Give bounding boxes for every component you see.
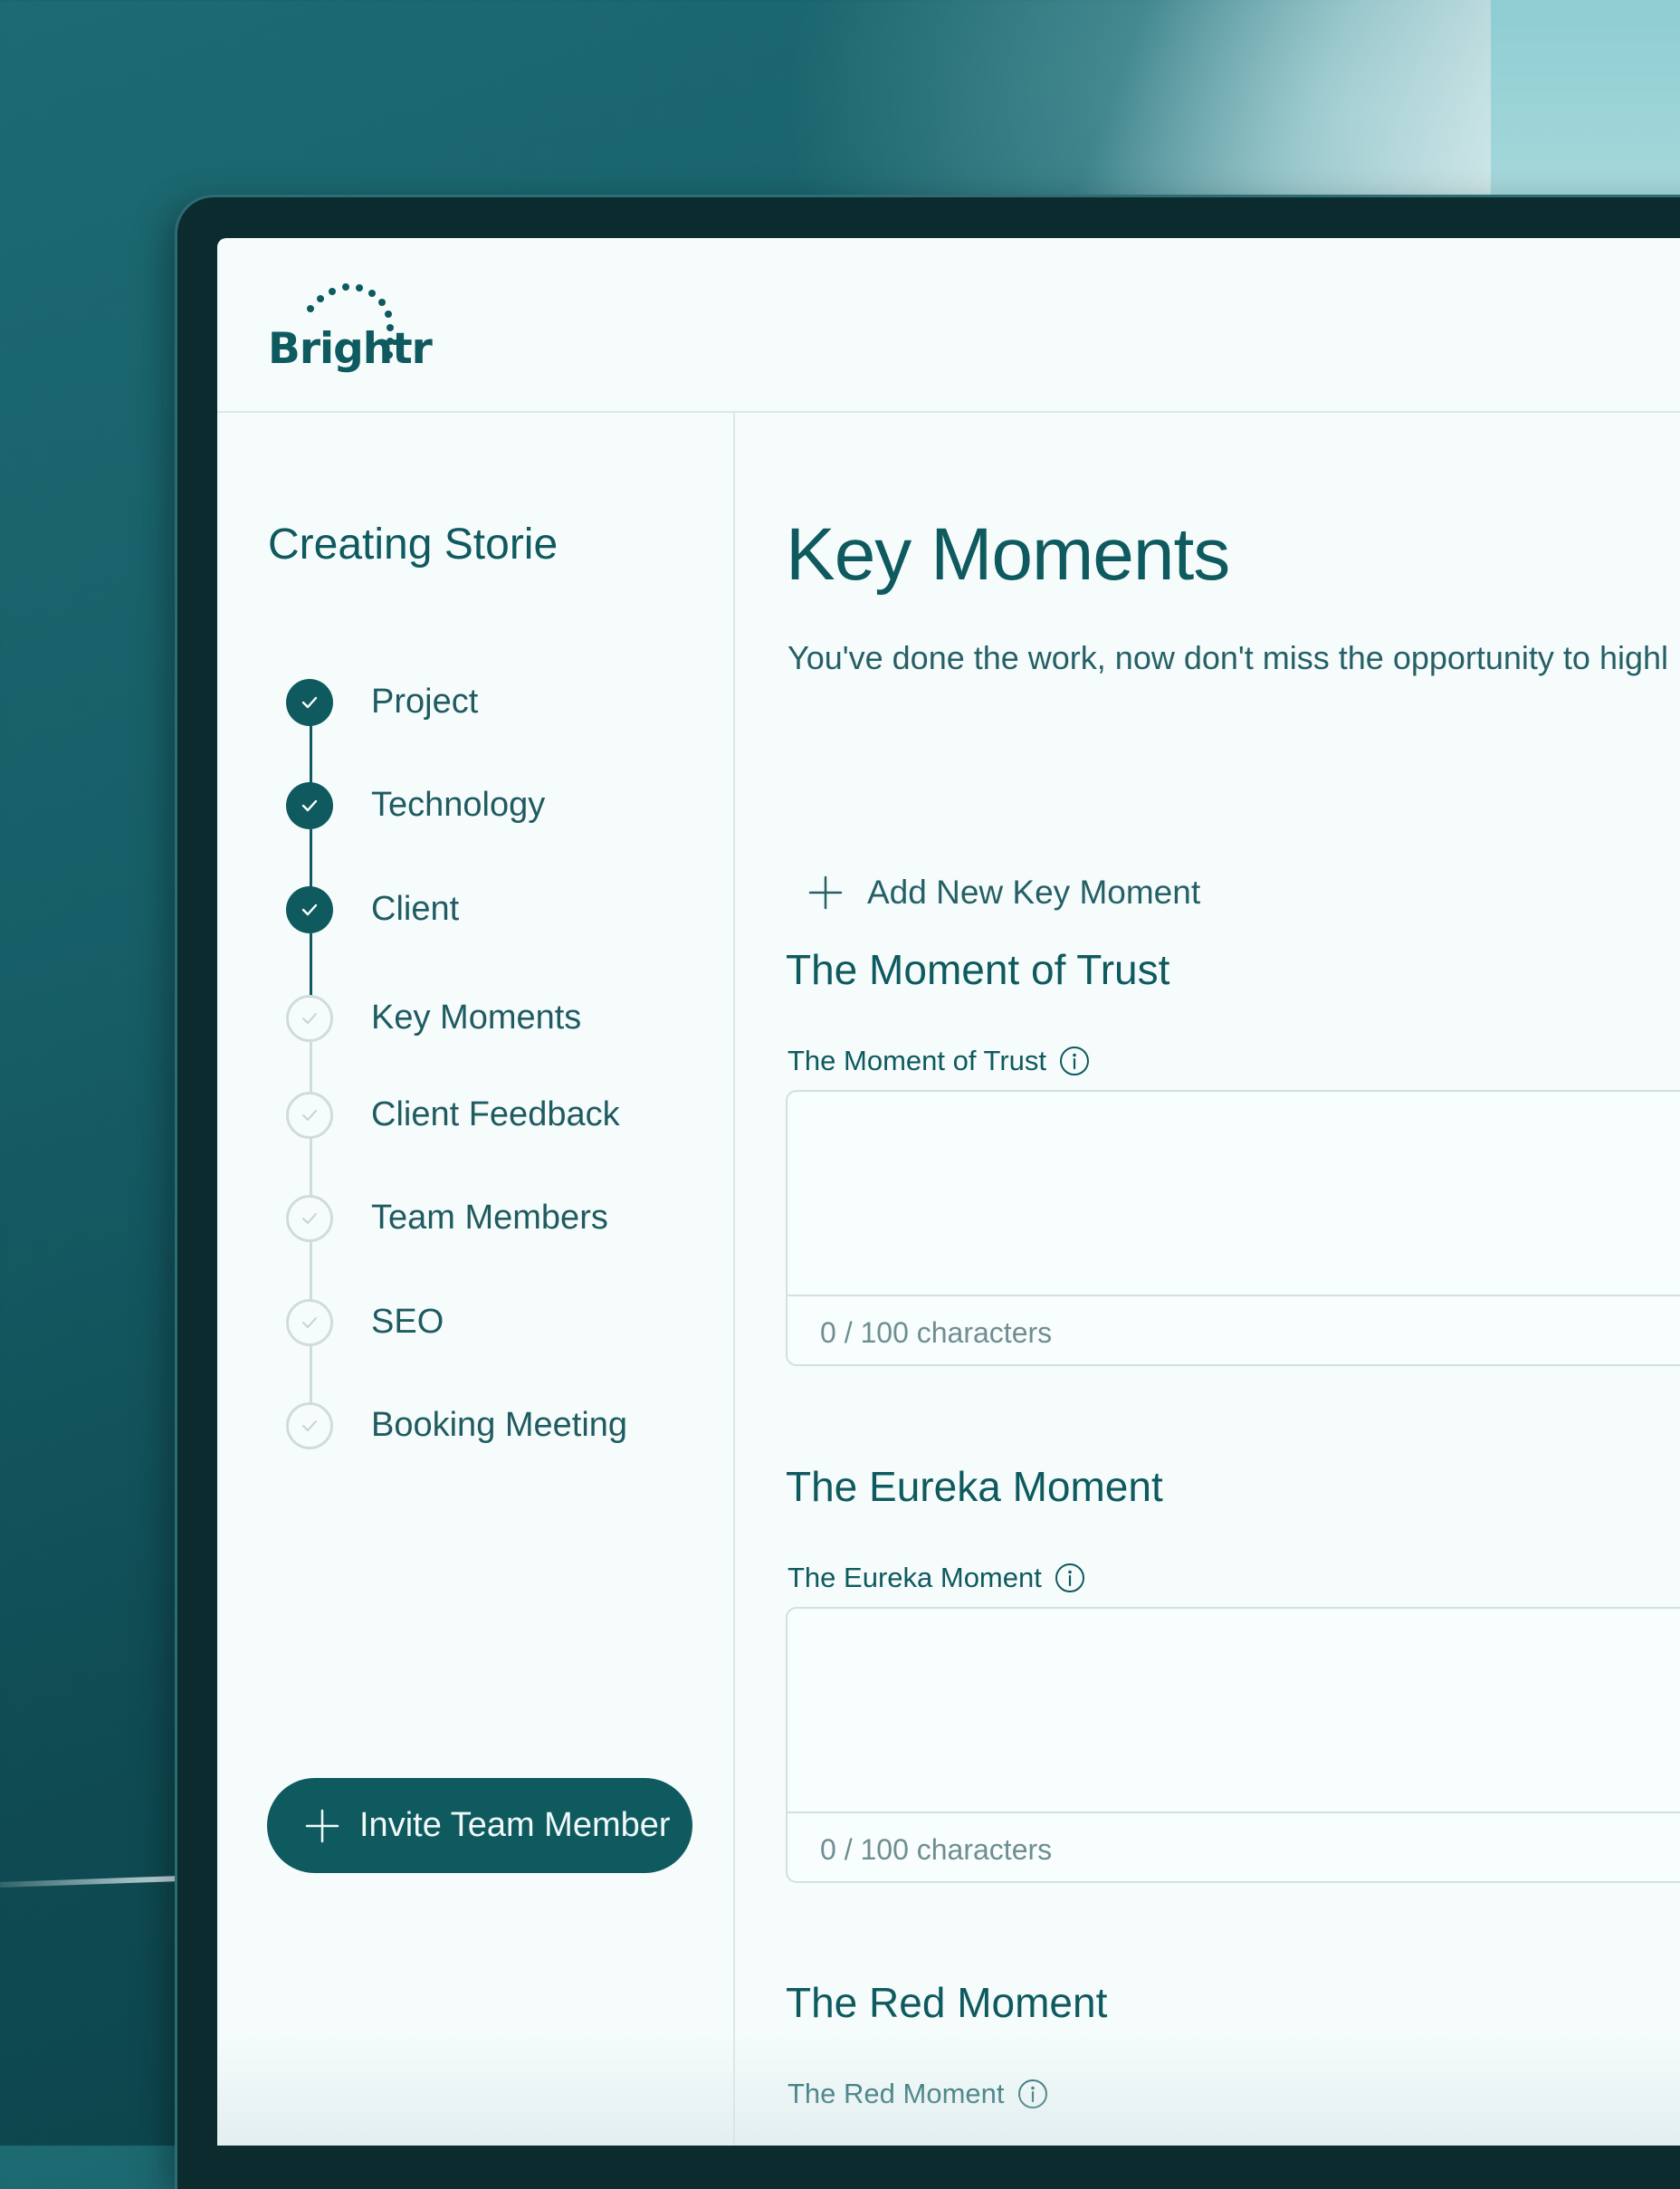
check-circle-outline-icon xyxy=(286,1402,333,1449)
moment-section: The Eureka Moment The Eureka Moment 0 / … xyxy=(786,1462,1680,1915)
step-connector xyxy=(310,1137,312,1200)
background-light-streak xyxy=(1041,0,1494,197)
moment-section: The Moment of Trust The Moment of Trust … xyxy=(786,945,1680,1398)
plus-icon xyxy=(305,1809,339,1842)
step-label: SEO xyxy=(371,1303,444,1341)
field-label-text: The Red Moment xyxy=(788,2078,1005,2109)
step-booking-meeting[interactable]: Booking Meeting xyxy=(286,1402,684,1453)
moment-heading: The Eureka Moment xyxy=(786,1463,1163,1510)
field-label: The Red Moment xyxy=(788,2078,1048,2110)
step-technology[interactable]: Technology xyxy=(286,782,684,833)
step-connector xyxy=(310,1345,312,1409)
brightr-logo[interactable]: Brightr xyxy=(268,279,458,378)
moment-heading: The Red Moment xyxy=(786,1979,1108,2026)
character-counter: 0 / 100 characters xyxy=(820,1833,1053,1866)
info-icon[interactable] xyxy=(1055,1563,1085,1593)
check-circle-outline-icon xyxy=(286,1299,333,1346)
step-list: Project Technology Client Key Moments Cl… xyxy=(217,413,733,1449)
character-counter: 0 / 100 characters xyxy=(820,1316,1053,1349)
info-icon[interactable] xyxy=(1059,1046,1090,1076)
check-circle-outline-icon xyxy=(286,995,333,1042)
check-circle-icon xyxy=(286,679,333,726)
field-label-text: The Moment of Trust xyxy=(788,1045,1046,1076)
check-circle-icon xyxy=(286,886,333,933)
background-window-panel xyxy=(1491,0,1680,197)
sidebar: Creating Storie Project Technology Clien… xyxy=(217,413,735,2146)
page-subtitle: You've done the work, now don't miss the… xyxy=(788,639,1669,676)
eureka-moment-textarea[interactable]: 0 / 100 characters xyxy=(786,1607,1680,1883)
app-screen: Brightr Creating Storie Project Technolo… xyxy=(217,238,1680,2146)
add-key-moment-label: Add New Key Moment xyxy=(867,874,1201,911)
step-label: Client xyxy=(371,890,460,928)
moment-heading: The Moment of Trust xyxy=(786,946,1170,993)
step-label: Booking Meeting xyxy=(371,1406,628,1444)
moment-of-trust-textarea[interactable]: 0 / 100 characters xyxy=(786,1090,1680,1366)
step-connector xyxy=(310,1241,312,1305)
field-label: The Eureka Moment xyxy=(788,1562,1085,1594)
step-label: Project xyxy=(371,683,479,721)
logo-wordmark: Brightr xyxy=(268,324,433,374)
field-label: The Moment of Trust xyxy=(788,1045,1090,1077)
plus-icon xyxy=(808,875,843,910)
step-label: Key Moments xyxy=(371,999,582,1037)
invite-button-label: Invite Team Member xyxy=(359,1806,671,1844)
moment-section: The Red Moment The Red Moment xyxy=(786,1978,1680,2146)
textarea-input-area[interactable] xyxy=(788,1609,1680,1813)
step-label: Client Feedback xyxy=(371,1095,620,1133)
page-title: Key Moments xyxy=(786,513,1230,596)
step-client[interactable]: Client xyxy=(286,886,684,937)
step-label: Team Members xyxy=(371,1199,608,1237)
step-seo[interactable]: SEO xyxy=(286,1299,684,1350)
step-project[interactable]: Project xyxy=(286,679,684,730)
check-circle-outline-icon xyxy=(286,1195,333,1242)
step-team-members[interactable]: Team Members xyxy=(286,1195,684,1246)
step-client-feedback[interactable]: Client Feedback xyxy=(286,1092,684,1142)
step-connector xyxy=(310,829,312,893)
textarea-input-area[interactable] xyxy=(788,1092,1680,1296)
check-circle-outline-icon xyxy=(286,1092,333,1139)
check-circle-icon xyxy=(286,782,333,829)
invite-team-member-button[interactable]: Invite Team Member xyxy=(267,1778,692,1873)
step-connector xyxy=(310,1042,312,1098)
main-content: Key Moments You've done the work, now do… xyxy=(735,413,1680,2146)
top-bar: Brightr xyxy=(217,238,1680,413)
info-icon[interactable] xyxy=(1017,2079,1048,2109)
step-label: Technology xyxy=(371,786,546,824)
step-connector xyxy=(310,933,312,1001)
add-key-moment-button[interactable]: Add New Key Moment xyxy=(807,865,1278,920)
field-label-text: The Eureka Moment xyxy=(788,1562,1042,1593)
step-key-moments[interactable]: Key Moments xyxy=(286,995,684,1046)
step-connector xyxy=(310,725,312,789)
